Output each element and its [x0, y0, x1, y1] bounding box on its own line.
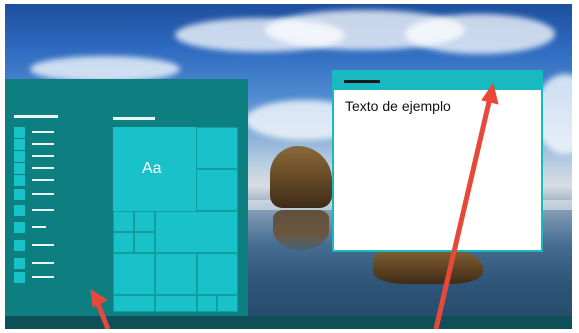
menu-item-label — [32, 193, 54, 195]
tile[interactable] — [113, 295, 155, 312]
rock-reflection — [273, 210, 329, 250]
tile[interactable] — [155, 211, 238, 253]
tile[interactable] — [113, 232, 134, 253]
menu-item-label — [32, 226, 46, 228]
note-titlebar[interactable] — [334, 72, 541, 90]
menu-square-icon — [14, 151, 25, 162]
menu-item-label — [32, 167, 54, 169]
rock — [270, 146, 332, 208]
tile[interactable] — [217, 295, 238, 312]
menu-item-label — [32, 276, 54, 278]
tile[interactable] — [196, 127, 238, 169]
tile-label: Aa — [142, 160, 162, 177]
tile[interactable] — [197, 295, 217, 312]
menu-item-label — [32, 179, 54, 181]
tile[interactable] — [134, 232, 155, 253]
menu-square-icon — [14, 258, 25, 269]
tile[interactable] — [197, 253, 238, 295]
menu-square-icon — [14, 189, 25, 200]
tile[interactable] — [196, 169, 238, 211]
menu-square-icon — [14, 127, 25, 138]
tile[interactable] — [155, 295, 197, 312]
menu-square-icon — [14, 175, 25, 186]
menu-header-line — [14, 115, 58, 118]
note-window[interactable]: Texto de ejemplo — [332, 70, 543, 252]
menu-square-icon — [14, 240, 25, 251]
menu-square-icon — [14, 272, 25, 283]
menu-item-label — [32, 131, 54, 133]
menu-item-label — [32, 209, 54, 211]
menu-square-icon — [14, 163, 25, 174]
tiles-header-line — [113, 117, 155, 120]
taskbar[interactable] — [5, 316, 572, 329]
tile[interactable] — [134, 211, 155, 232]
tile[interactable] — [155, 253, 197, 295]
tile[interactable] — [113, 253, 155, 295]
menu-square-icon — [14, 205, 25, 216]
menu-square-icon — [14, 139, 25, 150]
menu-item-label — [32, 143, 54, 145]
menu-item-label — [32, 262, 54, 264]
tile[interactable] — [113, 211, 134, 232]
menu-item-label — [32, 244, 54, 246]
menu-square-icon — [14, 222, 25, 233]
title-line — [344, 80, 380, 83]
start-menu[interactable]: Aa — [5, 79, 248, 316]
menu-item-label — [32, 155, 54, 157]
tile-grid[interactable]: Aa — [113, 127, 238, 312]
screenshot-frame: Aa Texto de ejemplo — [5, 4, 572, 329]
cloud — [405, 14, 555, 54]
note-body-text[interactable]: Texto de ejemplo — [345, 98, 451, 114]
